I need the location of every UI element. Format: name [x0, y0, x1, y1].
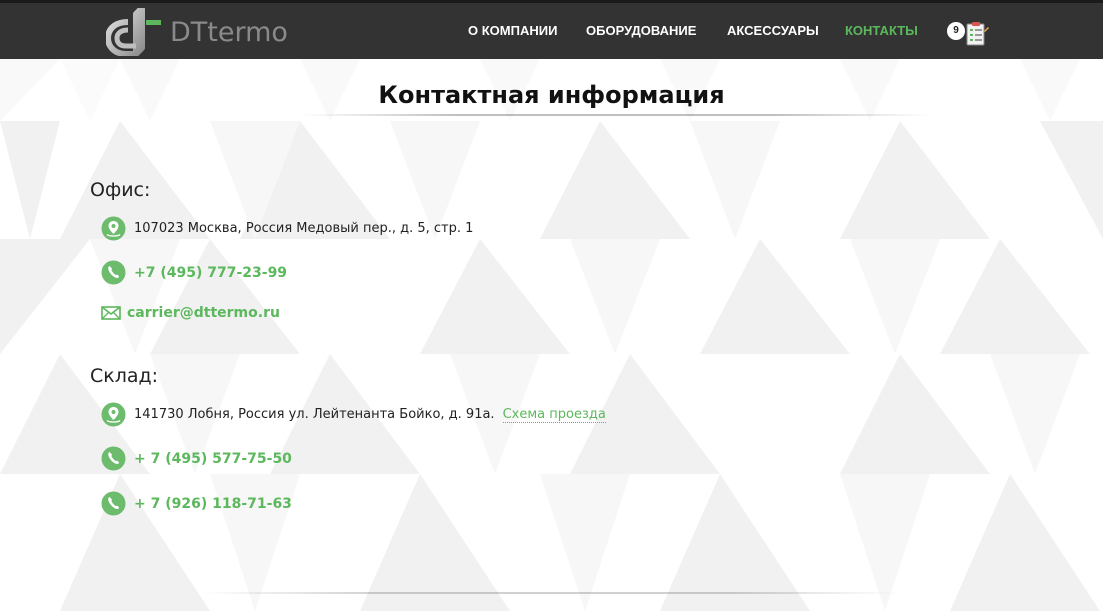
office-address-row: 107023 Москва, Россия Медовый пер., д. 5… — [101, 216, 473, 241]
warehouse-address: 141730 Лобня, Россия ул. Лейтенанта Бойк… — [134, 407, 495, 422]
warehouse-phone2-link[interactable]: + 7 (926) 118-71-63 — [134, 496, 292, 512]
office-phone-row: +7 (495) 777-23-99 — [101, 260, 287, 285]
office-phone-link[interactable]: +7 (495) 777-23-99 — [134, 265, 287, 281]
directions-map-link[interactable]: Схема проезда — [502, 407, 606, 423]
office-heading: Офис: — [90, 179, 151, 201]
office-email-link[interactable]: carrier@dttermo.ru — [127, 305, 280, 321]
office-address: 107023 Москва, Россия Медовый пер., д. 5… — [134, 221, 474, 236]
envelope-icon — [101, 306, 121, 320]
map-pin-icon — [101, 216, 126, 241]
warehouse-phone1-row: + 7 (495) 577-75-50 — [101, 446, 292, 471]
office-email-row: carrier@dttermo.ru — [101, 303, 280, 323]
warehouse-heading: Склад: — [90, 365, 159, 387]
contacts-content: Офис: 107023 Москва, Россия Медовый пер.… — [0, 0, 1103, 611]
warehouse-address-row: 141730 Лобня, Россия ул. Лейтенанта Бойк… — [101, 402, 606, 427]
phone-icon — [101, 491, 126, 516]
phone-icon — [101, 446, 126, 471]
warehouse-phone1-link[interactable]: + 7 (495) 577-75-50 — [134, 451, 292, 467]
warehouse-phone2-row: + 7 (926) 118-71-63 — [101, 491, 292, 516]
phone-icon — [101, 260, 126, 285]
map-pin-icon — [101, 402, 126, 427]
